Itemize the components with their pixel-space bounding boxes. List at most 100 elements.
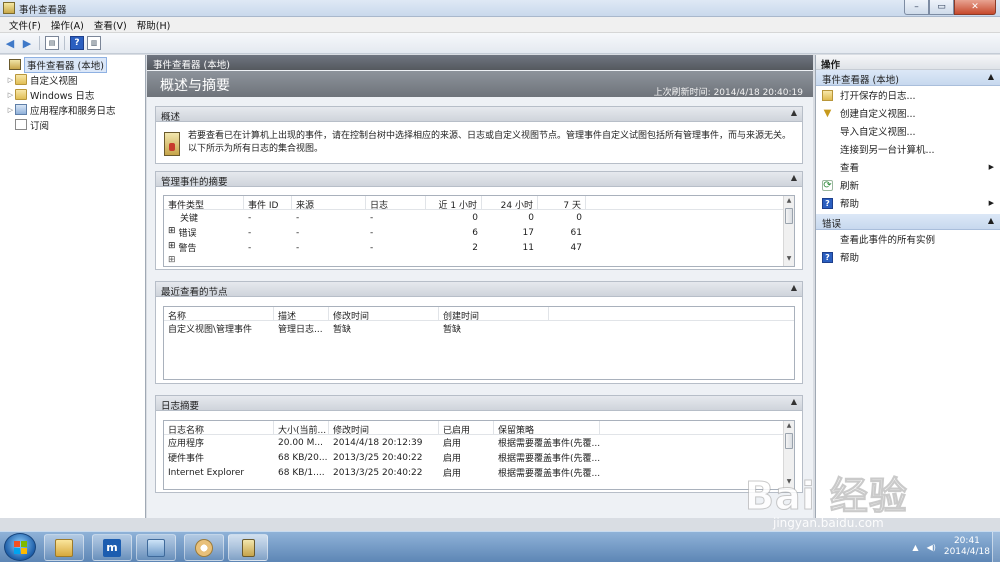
maximize-button[interactable]: ▭: [929, 0, 954, 15]
taskbar-network[interactable]: [136, 534, 176, 561]
scroll-up-icon[interactable]: ▲: [784, 422, 794, 432]
expand-plus-icon[interactable]: ⊞: [164, 255, 244, 263]
taskbar-event-viewer[interactable]: [228, 534, 268, 561]
column-header[interactable]: 修改时间: [329, 307, 439, 320]
table-row[interactable]: ⊞ 错误 - - - 6 17 61: [164, 225, 794, 240]
table-cell: 0: [576, 212, 582, 223]
close-button[interactable]: ✕: [954, 0, 996, 15]
column-header[interactable]: 创建时间: [439, 307, 549, 320]
table-row[interactable]: Internet Explorer 68 KB/1.... 2013/3/25 …: [164, 465, 794, 480]
tree-item-subscriptions[interactable]: 订阅: [0, 117, 145, 132]
log-summary-header[interactable]: 日志摘要 ▲: [156, 396, 802, 412]
action-view[interactable]: 查看 ▶: [816, 158, 1000, 176]
column-header[interactable]: 来源: [292, 196, 366, 209]
collapse-icon[interactable]: ▲: [791, 397, 797, 406]
tree-item-windows-logs[interactable]: ▷ Windows 日志: [0, 87, 145, 102]
event-viewer-icon: [3, 2, 15, 14]
column-header[interactable]: 24 小时: [482, 196, 538, 209]
tray-arrow-icon[interactable]: ▲: [912, 543, 918, 552]
tree-item-label: Windows 日志: [30, 90, 95, 102]
column-header[interactable]: 已启用: [439, 421, 494, 434]
collapse-icon[interactable]: ▲: [791, 283, 797, 292]
table-cell: 启用: [443, 439, 462, 449]
collapse-icon[interactable]: ▲: [791, 173, 797, 182]
forward-arrow-icon[interactable]: ▶: [20, 36, 34, 50]
show-hide-console-tree-icon[interactable]: ▤: [45, 36, 59, 50]
vertical-scrollbar[interactable]: ▲ ▼: [783, 421, 794, 489]
table-row[interactable]: 自定义视图\管理事件 管理日志... 暂缺 暂缺: [164, 321, 794, 336]
show-hide-action-pane-icon[interactable]: ▥: [87, 36, 101, 50]
help-icon[interactable]: ?: [70, 36, 84, 50]
menu-file[interactable]: 文件(F): [4, 18, 46, 32]
table-cell: 2: [472, 242, 478, 253]
recent-nodes-header[interactable]: 最近查看的节点 ▲: [156, 282, 802, 298]
collapse-icon[interactable]: ▲: [988, 216, 994, 225]
grid-header: 名称 描述 修改时间 创建时间: [164, 307, 794, 321]
table-row[interactable]: ⊞ 警告 - - - 2 11 47: [164, 240, 794, 255]
collapse-icon[interactable]: ▲: [791, 108, 797, 117]
collapse-icon[interactable]: ▲: [988, 72, 994, 81]
scroll-up-icon[interactable]: ▲: [784, 197, 794, 207]
expand-plus-icon[interactable]: ⊞: [168, 241, 176, 254]
table-cell: 应用程序: [168, 439, 205, 449]
tree-item-app-service-logs[interactable]: ▷ 应用程序和服务日志: [0, 102, 145, 117]
scroll-down-icon[interactable]: ▼: [784, 478, 794, 488]
column-header[interactable]: 描述: [274, 307, 329, 320]
action-view-all-instances[interactable]: 查看此事件的所有实例: [816, 230, 1000, 248]
menu-view[interactable]: 查看(V): [89, 18, 132, 32]
volume-icon[interactable]: ◀): [927, 543, 936, 552]
scroll-down-icon[interactable]: ▼: [784, 255, 794, 265]
expand-arrow-icon[interactable]: ▷: [6, 106, 15, 114]
column-header[interactable]: 修改时间: [329, 421, 439, 434]
table-cell: 暂缺: [443, 325, 462, 335]
taskbar-explorer[interactable]: [44, 534, 84, 561]
admin-events-header[interactable]: 管理事件的摘要 ▲: [156, 172, 802, 188]
back-arrow-icon[interactable]: ◀: [3, 36, 17, 50]
expand-plus-icon[interactable]: ⊞: [168, 226, 176, 239]
action-refresh[interactable]: ⟳ 刷新: [816, 176, 1000, 194]
column-header[interactable]: 近 1 小时: [426, 196, 482, 209]
vertical-scrollbar[interactable]: ▲ ▼: [783, 196, 794, 266]
column-header[interactable]: 大小(当前...: [274, 421, 329, 434]
table-cell: -: [296, 212, 300, 223]
column-header[interactable]: 日志名称: [164, 421, 274, 434]
column-header[interactable]: 7 天: [538, 196, 586, 209]
column-header[interactable]: 事件 ID: [244, 196, 292, 209]
table-cell: Internet Explorer: [168, 467, 245, 478]
action-help[interactable]: ? 帮助 ▶: [816, 194, 1000, 212]
menu-action[interactable]: 操作(A): [46, 18, 89, 32]
table-row[interactable]: 硬件事件 68 KB/20... 2013/3/25 20:40:22 启用 根…: [164, 450, 794, 465]
action-connect-computer[interactable]: 连接到另一台计算机...: [816, 140, 1000, 158]
log-summary-grid: 日志名称 大小(当前... 修改时间 已启用 保留策略 应用程序 20.00 M…: [163, 420, 795, 490]
column-header[interactable]: 事件类型: [164, 196, 244, 209]
table-row[interactable]: 关键 - - - 0 0 0: [164, 210, 794, 225]
action-create-custom-view[interactable]: ▼ 创建自定义视图...: [816, 104, 1000, 122]
taskbar-paint[interactable]: [184, 534, 224, 561]
expand-arrow-icon[interactable]: ▷: [6, 91, 15, 99]
scroll-thumb[interactable]: [785, 208, 793, 224]
clock[interactable]: 20:41 2014/4/18: [944, 536, 990, 558]
start-button[interactable]: [4, 533, 36, 561]
column-header[interactable]: 日志: [366, 196, 426, 209]
column-header[interactable]: 名称: [164, 307, 274, 320]
actions-group-event-viewer[interactable]: 事件查看器 (本地) ▲: [816, 70, 1000, 86]
action-open-saved-log[interactable]: 打开保存的日志...: [816, 86, 1000, 104]
tree-item-event-viewer-local[interactable]: 事件查看器 (本地): [0, 56, 145, 73]
column-header[interactable]: 保留策略: [494, 421, 600, 434]
menu-help[interactable]: 帮助(H): [132, 18, 176, 32]
show-desktop-button[interactable]: [992, 532, 1000, 562]
table-cell: 0: [472, 212, 478, 223]
table-row-partial[interactable]: ⊞: [164, 255, 794, 263]
scroll-thumb[interactable]: [785, 433, 793, 449]
action-help-error[interactable]: ? 帮助: [816, 248, 1000, 266]
overview-header[interactable]: 概述 ▲: [156, 107, 802, 123]
action-import-custom-view[interactable]: 导入自定义视图...: [816, 122, 1000, 140]
paint-icon: [195, 538, 213, 557]
table-row[interactable]: 应用程序 20.00 M... 2014/4/18 20:12:39 启用 根据…: [164, 435, 794, 450]
expand-arrow-icon[interactable]: ▷: [6, 76, 15, 84]
taskbar-maxthon[interactable]: m: [92, 534, 132, 561]
action-label: 查看: [840, 163, 860, 174]
tree-item-custom-views[interactable]: ▷ 自定义视图: [0, 72, 145, 87]
minimize-button[interactable]: –: [904, 0, 929, 15]
actions-group-error[interactable]: 错误 ▲: [816, 214, 1000, 230]
